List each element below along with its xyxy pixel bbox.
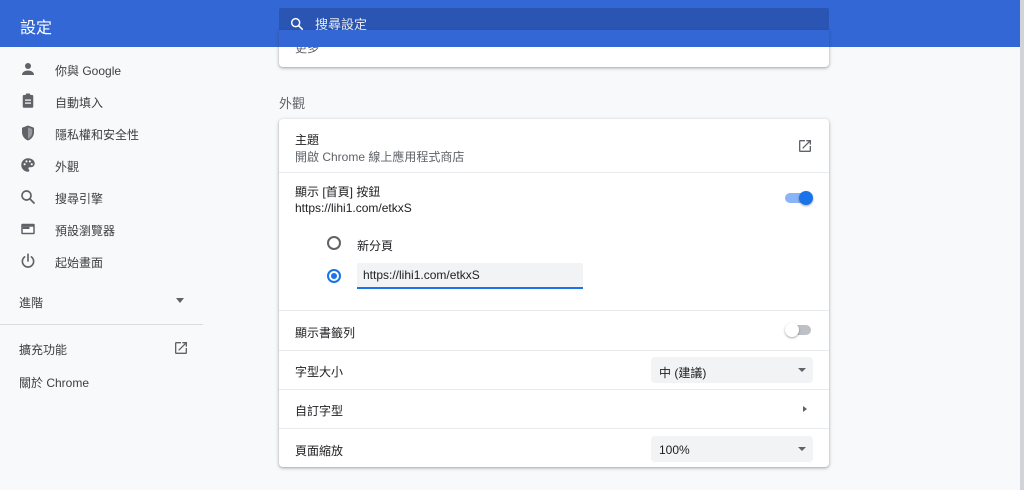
section-title-appearance: 外觀 <box>279 96 306 111</box>
sidebar-item-appearance[interactable]: 外觀 <box>0 149 203 181</box>
chevron-right-icon <box>803 406 807 412</box>
sidebar: 你與 Google 自動填入 隱私權和安全性 外觀 搜尋引擎 預設瀏覽器 起始畫… <box>0 47 203 490</box>
search-icon <box>21 190 35 204</box>
sidebar-item-label: 隱私權和安全性 <box>55 128 140 142</box>
chevron-down-icon <box>176 298 184 303</box>
sidebar-item-label: 起始畫面 <box>55 256 104 270</box>
toggle-knob <box>799 191 813 205</box>
page-zoom-select[interactable]: 100% <box>651 436 813 462</box>
sidebar-item-default-browser[interactable]: 預設瀏覽器 <box>0 213 203 245</box>
sidebar-advanced[interactable]: 進階 <box>0 285 203 317</box>
bookmarks-bar-label: 顯示書籤列 <box>295 326 356 340</box>
browser-icon <box>21 223 35 235</box>
theme-title: 主題 <box>295 133 320 147</box>
row-divider <box>279 350 829 351</box>
radio-custom-url[interactable] <box>327 269 341 283</box>
font-size-label: 字型大小 <box>295 365 344 379</box>
home-button-toggle[interactable] <box>785 191 813 205</box>
sidebar-item-you-and-google[interactable]: 你與 Google <box>0 53 203 85</box>
customize-fonts-row[interactable]: 自訂字型 <box>279 390 829 428</box>
theme-subtitle: 開啟 Chrome 線上應用程式商店 <box>295 150 465 164</box>
sidebar-item-about[interactable]: 關於 Chrome <box>0 365 203 397</box>
radio-new-tab[interactable] <box>327 236 341 250</box>
sidebar-item-label: 擴充功能 <box>19 343 68 357</box>
bookmarks-bar-toggle[interactable] <box>785 323 813 337</box>
header-overlap <box>279 30 829 47</box>
sidebar-advanced-label: 進階 <box>19 296 44 310</box>
sidebar-item-label: 預設瀏覽器 <box>55 224 116 238</box>
dropdown-arrow-icon <box>798 447 806 451</box>
sidebar-item-search-engine[interactable]: 搜尋引擎 <box>0 181 203 213</box>
sidebar-item-label: 你與 Google <box>55 64 122 78</box>
sidebar-item-label: 搜尋引擎 <box>55 192 104 206</box>
font-size-select[interactable]: 中 (建議) <box>651 357 813 383</box>
sidebar-item-extensions[interactable]: 擴充功能 <box>0 332 203 364</box>
sidebar-divider <box>0 324 203 325</box>
scrollbar[interactable] <box>1020 0 1024 490</box>
clipboard-icon <box>22 93 34 108</box>
page-title: 設定 <box>20 20 53 37</box>
radio-new-tab-label: 新分頁 <box>357 239 394 253</box>
open-in-new-icon[interactable] <box>797 138 813 154</box>
page-zoom-label: 頁面縮放 <box>295 444 344 458</box>
person-icon <box>22 63 34 75</box>
sidebar-item-label: 關於 Chrome <box>19 376 90 390</box>
home-button-title: 顯示 [首頁] 按鈕 <box>295 185 381 199</box>
row-divider <box>279 172 829 173</box>
home-url-input[interactable] <box>357 263 583 289</box>
sidebar-item-autofill[interactable]: 自動填入 <box>0 85 203 117</box>
appearance-card: 主題 開啟 Chrome 線上應用程式商店 顯示 [首頁] 按鈕 https:/… <box>279 119 829 467</box>
open-in-new-icon <box>175 342 187 354</box>
sidebar-item-on-startup[interactable]: 起始畫面 <box>0 245 203 277</box>
home-button-subtitle: https://lihi1.com/etkxS <box>295 201 412 215</box>
font-size-value: 中 (建議) <box>659 366 707 380</box>
power-icon <box>21 253 35 268</box>
dropdown-arrow-icon <box>798 368 806 372</box>
palette-icon <box>21 158 35 172</box>
theme-row[interactable]: 主題 開啟 Chrome 線上應用程式商店 <box>279 119 829 172</box>
sidebar-item-label: 自動填入 <box>55 96 104 110</box>
row-divider <box>279 428 829 429</box>
row-divider <box>279 310 829 311</box>
sidebar-item-privacy[interactable]: 隱私權和安全性 <box>0 117 203 149</box>
sidebar-item-label: 外觀 <box>55 160 80 174</box>
customize-fonts-label: 自訂字型 <box>295 404 344 418</box>
toggle-knob <box>785 323 799 337</box>
page-zoom-value: 100% <box>659 443 690 457</box>
shield-icon <box>22 125 34 141</box>
